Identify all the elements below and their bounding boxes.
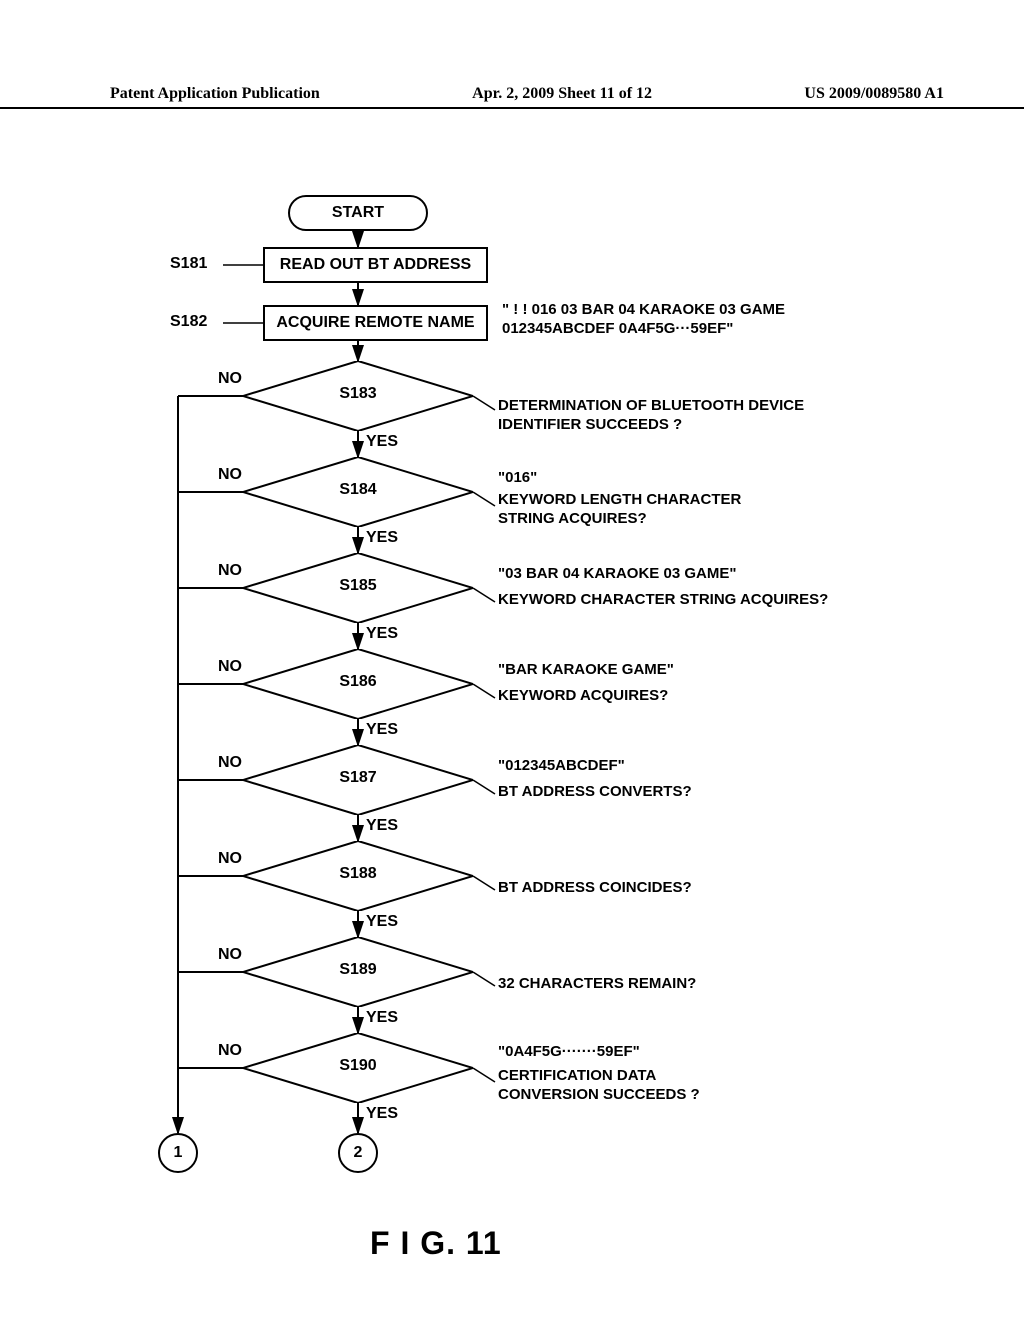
decision-s189-text: 32 CHARACTERS REMAIN? [498,975,696,994]
decision-s183-text: DETERMINATION OF BLUETOOTH DEVICE IDENTI… [498,397,804,435]
decision-s186-text: KEYWORD ACQUIRES? [498,687,668,706]
decision-s190-text: CERTIFICATION DATA CONVERSION SUCCEEDS ? [498,1067,700,1105]
decision-s186-example: "BAR KARAOKE GAME" [498,661,674,680]
decision-s185-yes: YES [366,625,398,643]
decision-s187-no: NO [218,754,242,772]
decision-s184: S184 [243,457,473,527]
decision-s184-yes: YES [366,529,398,547]
decision-s185: S185 [243,553,473,623]
decision-s184-ref: S184 [339,481,376,499]
decision-s186-ref: S186 [339,673,376,691]
decision-s185-example: "03 BAR 04 KARAOKE 03 GAME" [498,565,736,584]
decision-s187-ref: S187 [339,769,376,787]
process-s181: READ OUT BT ADDRESS [263,247,488,283]
decision-s190: S190 [243,1033,473,1103]
page-header: Patent Application Publication Apr. 2, 2… [0,85,1024,109]
decision-s189-ref: S189 [339,961,376,979]
decision-s190-yes: YES [366,1105,398,1123]
terminator-start: START [288,195,428,231]
decision-s187-example: "012345ABCDEF" [498,757,625,776]
decision-s187: S187 [243,745,473,815]
decision-s183-ref: S183 [339,385,376,403]
decision-s183-no: NO [218,370,242,388]
decision-s190-ref: S190 [339,1057,376,1075]
note-s182: " ! ! 016 03 BAR 04 KARAOKE 03 GAME 0123… [502,301,785,339]
decision-s184-no: NO [218,466,242,484]
ref-s182: S182 [170,313,207,331]
decision-s186-yes: YES [366,721,398,739]
decision-s189: S189 [243,937,473,1007]
ref-s181: S181 [170,255,207,273]
decision-s184-text: KEYWORD LENGTH CHARACTER STRING ACQUIRES… [498,491,741,529]
terminator-start-label: START [332,204,384,222]
decision-s183-yes: YES [366,433,398,451]
decision-s187-yes: YES [366,817,398,835]
connector-1: 1 [158,1133,198,1173]
header-center: Apr. 2, 2009 Sheet 11 of 12 [472,85,652,103]
process-s181-label: READ OUT BT ADDRESS [280,256,471,274]
decision-s186: S186 [243,649,473,719]
decision-s186-no: NO [218,658,242,676]
decision-s188: S188 [243,841,473,911]
decision-s189-no: NO [218,946,242,964]
decision-s190-example: "0A4F5G·······59EF" [498,1043,640,1062]
header-right: US 2009/0089580 A1 [804,85,944,103]
decision-s188-no: NO [218,850,242,868]
decision-s184-example: "016" [498,469,537,488]
connector-2: 2 [338,1133,378,1173]
connector-2-label: 2 [354,1144,363,1162]
process-s182-label: ACQUIRE REMOTE NAME [276,314,474,332]
decision-s188-ref: S188 [339,865,376,883]
decision-s188-yes: YES [366,913,398,931]
decision-s189-yes: YES [366,1009,398,1027]
connector-1-label: 1 [174,1144,183,1162]
figure-caption: F I G. 11 [370,1225,502,1262]
decision-s185-text: KEYWORD CHARACTER STRING ACQUIRES? [498,591,828,610]
decision-s187-text: BT ADDRESS CONVERTS? [498,783,692,802]
decision-s185-no: NO [218,562,242,580]
decision-s188-text: BT ADDRESS COINCIDES? [498,879,692,898]
header-left: Patent Application Publication [110,85,320,103]
decision-s185-ref: S185 [339,577,376,595]
process-s182: ACQUIRE REMOTE NAME [263,305,488,341]
decision-s190-no: NO [218,1042,242,1060]
decision-s183: S183 [243,361,473,431]
